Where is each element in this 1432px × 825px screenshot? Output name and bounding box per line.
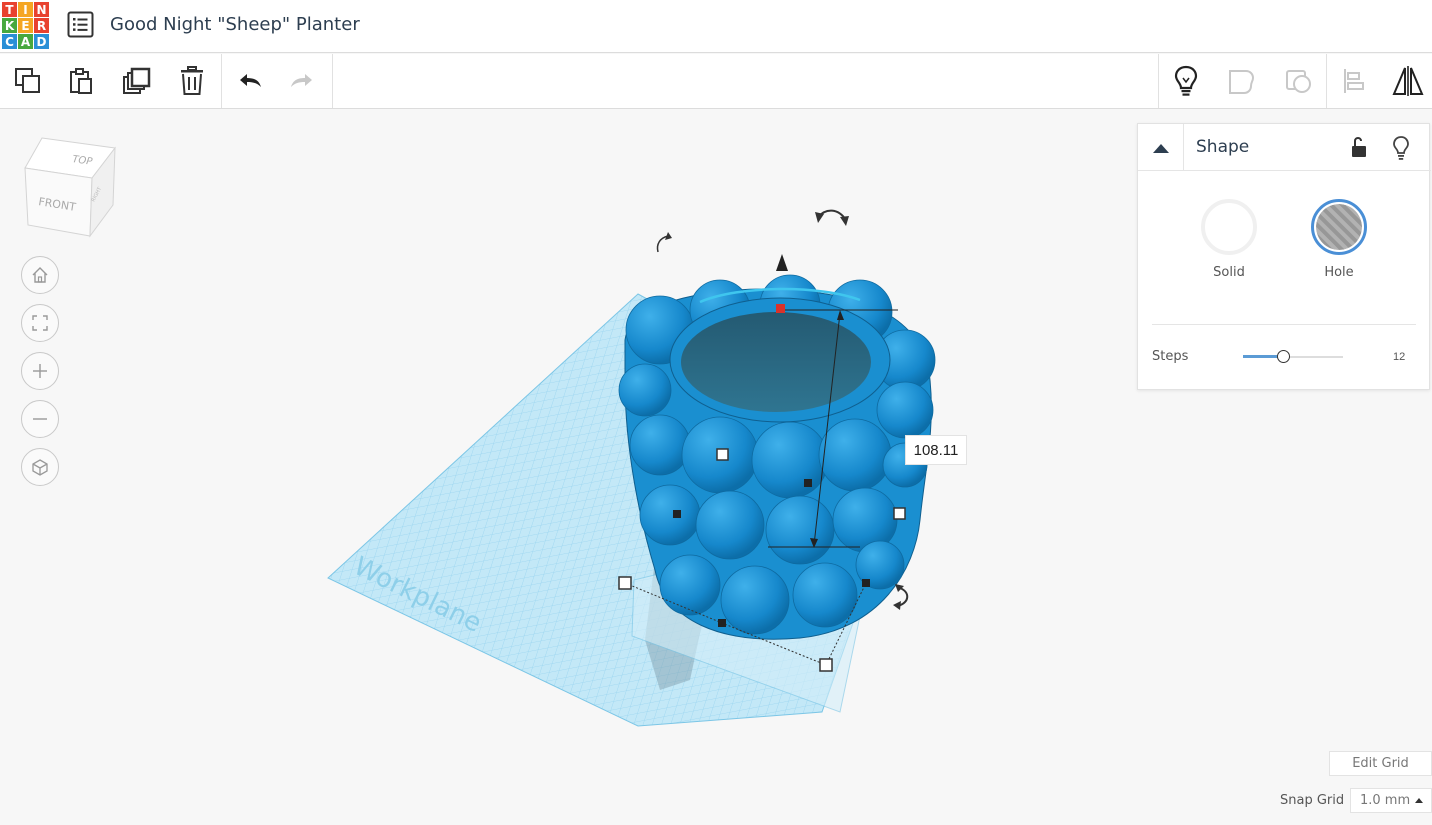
zoom-out-icon [33, 418, 47, 420]
trash-icon [181, 66, 203, 95]
mirror-button[interactable] [1390, 63, 1426, 99]
group-button[interactable] [1281, 63, 1317, 99]
home-icon [32, 267, 48, 283]
zoom-in-button[interactable] [21, 352, 59, 390]
center-handle[interactable] [804, 479, 812, 487]
planter-shape[interactable] [618, 274, 936, 640]
logo-letter: T [2, 2, 17, 17]
planter-hole [681, 312, 871, 412]
copy-button[interactable] [10, 63, 46, 99]
workplane-scene[interactable]: Workplane [300, 190, 1000, 750]
steps-slider[interactable] [1243, 348, 1343, 366]
redo-button[interactable] [285, 63, 321, 99]
fit-view-button[interactable] [21, 304, 59, 342]
logo-letter: C [2, 34, 17, 49]
notes-button[interactable] [1224, 63, 1260, 99]
side-handle[interactable] [673, 510, 681, 518]
snap-grid-value: 1.0 mm [1360, 793, 1411, 808]
rotate-arrow-icon[interactable] [656, 232, 672, 253]
copy-icon [15, 68, 40, 93]
app-header: TIN KER CAD Good Night "Sheep" Planter [0, 0, 1432, 53]
height-handle[interactable] [776, 304, 785, 313]
logo-letter: K [2, 18, 17, 33]
mirror-icon [1392, 66, 1424, 96]
lock-button[interactable] [1344, 133, 1374, 163]
zoom-in-icon [33, 364, 47, 378]
caret-up-icon [1415, 798, 1423, 803]
delete-button[interactable] [174, 63, 210, 99]
side-handle[interactable] [718, 619, 726, 627]
snap-grid-label: Snap Grid [1280, 793, 1345, 808]
edit-toolbar [0, 54, 1432, 109]
rotate-arrow-icon[interactable] [815, 209, 849, 226]
resize-handle[interactable] [716, 448, 729, 461]
logo-letter: R [34, 18, 49, 33]
caret-up-icon [1152, 143, 1169, 153]
resize-handle[interactable] [618, 576, 632, 590]
note-icon [1229, 70, 1255, 94]
panel-title: Shape [1196, 137, 1250, 157]
unlock-icon [1352, 137, 1366, 157]
dimension-input[interactable]: 108.11 [905, 435, 967, 465]
logo-letter: E [18, 18, 33, 33]
align-icon [1344, 69, 1364, 93]
undo-button[interactable] [231, 63, 267, 99]
logo-letter: N [34, 2, 49, 17]
undo-icon [240, 74, 261, 87]
perspective-button[interactable] [21, 448, 59, 486]
redo-icon [291, 74, 312, 87]
paste-button[interactable] [63, 63, 99, 99]
collapse-panel-button[interactable] [1138, 124, 1184, 171]
shape-inspector-panel: Shape Solid Hole Steps 12 [1137, 123, 1431, 390]
duplicate-button[interactable] [119, 63, 155, 99]
home-view-button[interactable] [21, 256, 59, 294]
panel-header: Shape [1138, 124, 1431, 171]
steps-value[interactable]: 12 [1393, 351, 1405, 363]
lift-cone-icon[interactable] [776, 254, 788, 271]
steps-label: Steps [1152, 349, 1189, 364]
design-title[interactable]: Good Night "Sheep" Planter [110, 14, 360, 35]
group-icon [1286, 70, 1311, 93]
fit-view-icon [32, 315, 48, 331]
paste-icon [70, 68, 92, 94]
edit-grid-button[interactable]: Edit Grid [1329, 751, 1432, 776]
solid-label: Solid [1213, 265, 1245, 280]
duplicate-icon [123, 67, 151, 94]
lightbulb-icon [1393, 136, 1409, 160]
view-cube[interactable]: TOP FRONT RIGHT [20, 130, 120, 240]
resize-handle[interactable] [819, 658, 833, 672]
snap-grid-select[interactable]: 1.0 mm [1350, 788, 1432, 813]
tinkercad-logo[interactable]: TIN KER CAD [2, 2, 53, 50]
hole-swatch[interactable] [1311, 199, 1367, 255]
side-handle[interactable] [862, 579, 870, 587]
logo-letter: I [18, 2, 33, 17]
hide-shape-button[interactable] [1386, 132, 1416, 162]
resize-handle[interactable] [893, 507, 906, 520]
steps-slider-thumb[interactable] [1277, 350, 1290, 363]
zoom-out-button[interactable] [21, 400, 59, 438]
rotate-arrow-icon[interactable] [893, 584, 909, 610]
solid-color-swatch[interactable] [1201, 199, 1257, 255]
show-all-button[interactable] [1168, 63, 1204, 99]
logo-letter: A [18, 34, 33, 49]
perspective-icon [32, 459, 48, 476]
hole-label: Hole [1324, 265, 1354, 280]
design-list-icon[interactable] [67, 11, 94, 38]
lightbulb-icon [1174, 65, 1198, 96]
align-button[interactable] [1336, 63, 1372, 99]
logo-letter: D [34, 34, 49, 49]
